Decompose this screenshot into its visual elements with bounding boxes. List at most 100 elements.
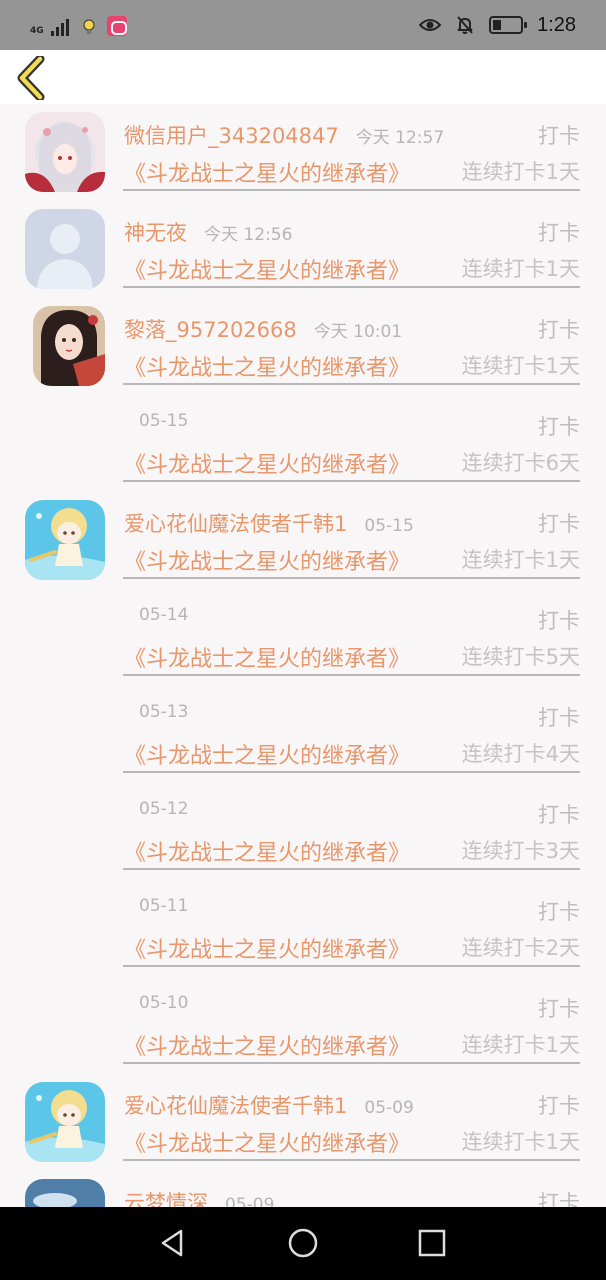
action-label: 打卡 bbox=[538, 706, 580, 730]
streak-count: 连续打卡4天 bbox=[461, 742, 580, 766]
streak-count: 连续打卡1天 bbox=[461, 1130, 580, 1154]
action-label: 打卡 bbox=[538, 1094, 580, 1118]
book-title[interactable]: 《斗龙战士之星火的继承者》 bbox=[124, 544, 410, 576]
entry-header: 05-13 bbox=[124, 702, 188, 730]
timestamp: 05-15 bbox=[364, 516, 414, 536]
timestamp: 今天 12:57 bbox=[355, 128, 445, 148]
streak-count: 连续打卡5天 bbox=[461, 645, 580, 669]
network-type: 4G bbox=[30, 26, 44, 36]
back-button[interactable] bbox=[14, 54, 50, 102]
divider bbox=[123, 1159, 580, 1161]
user-avatar[interactable] bbox=[33, 306, 105, 386]
username[interactable]: 云梦情深 bbox=[124, 1187, 208, 1207]
timestamp: 05-13 bbox=[139, 702, 189, 722]
status-time: 1:28 bbox=[537, 13, 576, 36]
entry-header: 05-10 bbox=[124, 993, 188, 1021]
action-label: 打卡 bbox=[538, 997, 580, 1021]
streak-count: 连续打卡2天 bbox=[461, 936, 580, 960]
status-left: 4G bbox=[30, 14, 127, 36]
book-title[interactable]: 《斗龙战士之星火的继承者》 bbox=[124, 156, 410, 188]
checkin-entry: 05-13 打卡 《斗龙战士之星火的继承者》 连续打卡4天 bbox=[0, 686, 606, 783]
action-label: 打卡 bbox=[538, 512, 580, 536]
app-notification-icon bbox=[106, 16, 127, 36]
book-title[interactable]: 《斗龙战士之星火的继承者》 bbox=[124, 835, 410, 867]
book-title[interactable]: 《斗龙战士之星火的继承者》 bbox=[124, 738, 410, 770]
entry-header: 微信用户_343204847 今天 12:57 bbox=[124, 120, 444, 148]
username[interactable]: 黎落_957202668 bbox=[124, 314, 297, 344]
timestamp: 05-09 bbox=[364, 1098, 414, 1118]
checkin-entry: 05-14 打卡 《斗龙战士之星火的继承者》 连续打卡5天 bbox=[0, 589, 606, 686]
timestamp: 05-11 bbox=[139, 896, 189, 916]
action-label: 打卡 bbox=[538, 900, 580, 924]
entry-header: 05-14 bbox=[124, 605, 188, 633]
action-label: 打卡 bbox=[538, 415, 580, 439]
entry-header: 05-11 bbox=[124, 896, 188, 924]
signal-icon bbox=[50, 18, 69, 36]
home-circle-icon[interactable] bbox=[287, 1227, 319, 1259]
book-title[interactable]: 《斗龙战士之星火的继承者》 bbox=[124, 1126, 410, 1158]
user-avatar[interactable] bbox=[25, 1179, 105, 1207]
streak-count: 连续打卡1天 bbox=[461, 257, 580, 281]
user-avatar[interactable] bbox=[25, 1082, 105, 1162]
recents-square-icon[interactable] bbox=[416, 1227, 448, 1259]
battery-icon bbox=[489, 16, 528, 34]
eye-icon bbox=[419, 19, 442, 31]
checkin-entry: 爱心花仙魔法使者千韩1 05-09 打卡 《斗龙战士之星火的继承者》 连续打卡1… bbox=[0, 1074, 606, 1171]
divider bbox=[123, 286, 580, 288]
streak-count: 连续打卡1天 bbox=[461, 1033, 580, 1057]
bell-off-icon bbox=[457, 16, 473, 34]
action-label: 打卡 bbox=[538, 124, 580, 148]
checkin-entry: 黎落_957202668 今天 10:01 打卡 《斗龙战士之星火的继承者》 连… bbox=[0, 298, 606, 395]
book-title[interactable]: 《斗龙战士之星火的继承者》 bbox=[124, 641, 410, 673]
username[interactable]: 爱心花仙魔法使者千韩1 bbox=[124, 508, 347, 538]
divider bbox=[123, 189, 580, 191]
divider bbox=[123, 480, 580, 482]
entry-header: 爱心花仙魔法使者千韩1 05-09 bbox=[124, 1090, 414, 1118]
back-triangle-icon[interactable] bbox=[157, 1227, 189, 1259]
entry-header: 爱心花仙魔法使者千韩1 05-15 bbox=[124, 508, 414, 536]
book-title[interactable]: 《斗龙战士之星火的继承者》 bbox=[124, 350, 410, 382]
timestamp: 05-09 bbox=[225, 1195, 275, 1207]
checkin-entry: 云梦情深 05-09 打卡 bbox=[0, 1171, 606, 1207]
checkin-feed[interactable]: 微信用户_343204847 今天 12:57 打卡 《斗龙战士之星火的继承者》… bbox=[0, 104, 606, 1207]
streak-count: 连续打卡3天 bbox=[461, 839, 580, 863]
bulb-icon bbox=[83, 19, 95, 34]
book-title[interactable]: 《斗龙战士之星火的继承者》 bbox=[124, 932, 410, 964]
status-right: 1:28 bbox=[419, 12, 576, 38]
checkin-entry: 05-12 打卡 《斗龙战士之星火的继承者》 连续打卡3天 bbox=[0, 783, 606, 880]
book-title[interactable]: 《斗龙战士之星火的继承者》 bbox=[124, 1029, 410, 1061]
book-title[interactable]: 《斗龙战士之星火的继承者》 bbox=[124, 447, 410, 479]
entry-header: 黎落_957202668 今天 10:01 bbox=[124, 314, 402, 342]
user-avatar[interactable] bbox=[25, 112, 105, 192]
checkin-entry: 神无夜 今天 12:56 打卡 《斗龙战士之星火的继承者》 连续打卡1天 bbox=[0, 201, 606, 298]
timestamp: 05-10 bbox=[139, 993, 189, 1013]
checkin-entry: 05-10 打卡 《斗龙战士之星火的继承者》 连续打卡1天 bbox=[0, 977, 606, 1074]
timestamp: 今天 10:01 bbox=[313, 322, 403, 342]
entry-header: 05-12 bbox=[124, 799, 188, 827]
top-nav-bar bbox=[0, 50, 606, 104]
user-avatar[interactable] bbox=[25, 209, 105, 289]
action-label: 打卡 bbox=[538, 318, 580, 342]
action-label: 打卡 bbox=[538, 803, 580, 827]
timestamp: 今天 12:56 bbox=[204, 225, 293, 245]
system-navigation-bar bbox=[0, 1207, 606, 1280]
divider bbox=[123, 771, 580, 773]
divider bbox=[123, 1062, 580, 1064]
timestamp: 05-12 bbox=[139, 799, 189, 819]
divider bbox=[123, 577, 580, 579]
username[interactable]: 爱心花仙魔法使者千韩1 bbox=[124, 1090, 347, 1120]
action-label: 打卡 bbox=[538, 221, 580, 245]
chevron-left-icon bbox=[17, 54, 45, 102]
username[interactable]: 神无夜 bbox=[124, 217, 187, 247]
action-label: 打卡 bbox=[538, 609, 580, 633]
checkin-entry: 微信用户_343204847 今天 12:57 打卡 《斗龙战士之星火的继承者》… bbox=[0, 104, 606, 201]
divider bbox=[123, 383, 580, 385]
divider bbox=[123, 868, 580, 870]
status-bar: 4G 1:28 bbox=[0, 0, 606, 50]
username[interactable]: 微信用户_343204847 bbox=[124, 120, 339, 150]
streak-count: 连续打卡1天 bbox=[461, 354, 580, 378]
book-title[interactable]: 《斗龙战士之星火的继承者》 bbox=[124, 253, 410, 285]
divider bbox=[123, 965, 580, 967]
user-avatar[interactable] bbox=[25, 500, 105, 580]
entry-header: 云梦情深 05-09 bbox=[124, 1187, 274, 1207]
